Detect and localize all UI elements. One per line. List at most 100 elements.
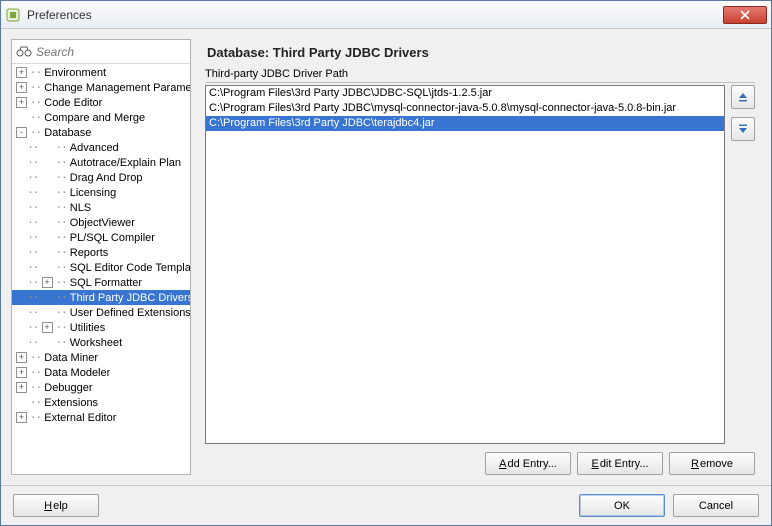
cancel-button[interactable]: Cancel <box>673 494 759 517</box>
list-item[interactable]: C:\Program Files\3rd Party JDBC\mysql-co… <box>206 101 724 116</box>
move-down-button[interactable] <box>731 117 755 141</box>
move-up-button[interactable] <box>731 85 755 109</box>
tree-guide: ·· <box>16 321 39 334</box>
tree-item-label: External Editor <box>44 412 116 424</box>
expand-icon[interactable]: + <box>16 367 27 378</box>
tree-item-label: Extensions <box>44 397 98 409</box>
tree[interactable]: +··Environment+··Change Management Param… <box>12 64 190 474</box>
tree-guide: ·· <box>16 186 39 199</box>
driver-path-list[interactable]: C:\Program Files\3rd Party JDBC\JDBC-SQL… <box>205 85 725 444</box>
left-pane: +··Environment+··Change Management Param… <box>11 39 191 475</box>
ok-button[interactable]: OK <box>579 494 665 517</box>
tree-guide: ·· <box>56 201 67 214</box>
tree-guide: ·· <box>56 216 67 229</box>
tree-item[interactable]: ····PL/SQL Compiler <box>12 230 190 245</box>
edit-entry-button[interactable]: Edit Entry... <box>577 452 663 475</box>
tree-guide: ·· <box>56 261 67 274</box>
help-button[interactable]: Help <box>13 494 99 517</box>
tree-item[interactable]: ····SQL Editor Code Templates <box>12 260 190 275</box>
tree-guide: ·· <box>56 291 67 304</box>
tree-guide: ·· <box>56 336 67 349</box>
tree-item[interactable]: ····Third Party JDBC Drivers <box>12 290 190 305</box>
tree-guide: ·· <box>16 261 39 274</box>
tree-guide: ·· <box>56 141 67 154</box>
tree-item[interactable]: ····User Defined Extensions <box>12 305 190 320</box>
right-pane: Database: Third Party JDBC Drivers Third… <box>195 39 761 475</box>
tree-guide: ·· <box>56 156 67 169</box>
tree-item[interactable]: ····Licensing <box>12 185 190 200</box>
close-button[interactable] <box>723 6 767 24</box>
expand-icon[interactable]: + <box>16 352 27 363</box>
tree-guide: ·· <box>30 96 41 109</box>
tree-guide: ·· <box>16 276 39 289</box>
tree-item-label: Third Party JDBC Drivers <box>70 292 190 304</box>
tree-item[interactable]: +··Debugger <box>12 380 190 395</box>
tree-item[interactable]: ····Worksheet <box>12 335 190 350</box>
search-input[interactable] <box>36 45 193 59</box>
tree-item[interactable]: ····ObjectViewer <box>12 215 190 230</box>
tree-item[interactable]: ··+··Utilities <box>12 320 190 335</box>
expand-icon[interactable]: + <box>16 412 27 423</box>
tree-item-label: Utilities <box>70 322 105 334</box>
tree-guide: ·· <box>30 366 41 379</box>
add-entry-button[interactable]: Add Entry... <box>485 452 571 475</box>
tree-guide: ·· <box>56 246 67 259</box>
tree-guide: ·· <box>16 141 39 154</box>
tree-item-label: Worksheet <box>70 337 122 349</box>
tree-guide: ·· <box>56 186 67 199</box>
section-label: Third-party JDBC Driver Path <box>205 68 755 83</box>
tree-item-label: Change Management Parameters <box>44 82 190 94</box>
tree-item-label: Advanced <box>70 142 119 154</box>
tree-item[interactable]: +··Data Miner <box>12 350 190 365</box>
tree-item[interactable]: +··Data Modeler <box>12 365 190 380</box>
tree-item-label: Environment <box>44 67 106 79</box>
tree-item[interactable]: +··Environment <box>12 65 190 80</box>
app-icon <box>5 7 21 23</box>
tree-item[interactable]: -··Database <box>12 125 190 140</box>
tree-item[interactable]: +··External Editor <box>12 410 190 425</box>
tree-item-label: NLS <box>70 202 91 214</box>
tree-item[interactable]: +··Change Management Parameters <box>12 80 190 95</box>
tree-item[interactable]: ····Advanced <box>12 140 190 155</box>
tree-item[interactable]: +··Code Editor <box>12 95 190 110</box>
tree-item[interactable]: ····NLS <box>12 200 190 215</box>
tree-item-label: Database <box>44 127 91 139</box>
expand-icon[interactable]: + <box>16 82 27 93</box>
tree-item-label: Compare and Merge <box>44 112 145 124</box>
list-item[interactable]: C:\Program Files\3rd Party JDBC\terajdbc… <box>206 116 724 131</box>
tree-item[interactable]: ····Drag And Drop <box>12 170 190 185</box>
tree-guide: ·· <box>30 396 41 409</box>
tree-item-label: Data Modeler <box>44 367 110 379</box>
collapse-icon[interactable]: - <box>16 127 27 138</box>
tree-item[interactable]: ····Autotrace/Explain Plan <box>12 155 190 170</box>
preferences-window: Preferences +··Environment+·· <box>0 0 772 526</box>
tree-guide: ·· <box>30 351 41 364</box>
tree-item[interactable]: ··+··SQL Formatter <box>12 275 190 290</box>
tree-guide: ·· <box>16 216 39 229</box>
expand-icon[interactable]: + <box>42 277 53 288</box>
tree-guide: ·· <box>30 411 41 424</box>
tree-item-label: Code Editor <box>44 97 102 109</box>
expand-icon[interactable]: + <box>16 67 27 78</box>
tree-item[interactable]: ··Extensions <box>12 395 190 410</box>
tree-item-label: ObjectViewer <box>70 217 135 229</box>
tree-item-label: SQL Formatter <box>70 277 142 289</box>
tree-guide: ·· <box>30 381 41 394</box>
window-title: Preferences <box>27 8 717 22</box>
tree-guide: ·· <box>56 306 67 319</box>
remove-button[interactable]: Remove <box>669 452 755 475</box>
tree-item[interactable]: ····Reports <box>12 245 190 260</box>
tree-item-label: Data Miner <box>44 352 98 364</box>
expand-icon[interactable]: + <box>16 97 27 108</box>
tree-guide: ·· <box>16 246 39 259</box>
expand-icon[interactable]: + <box>16 382 27 393</box>
expand-icon[interactable]: + <box>42 322 53 333</box>
tree-guide: ·· <box>30 126 41 139</box>
tree-guide: ·· <box>56 231 67 244</box>
tree-item-label: Debugger <box>44 382 92 394</box>
tree-item[interactable]: ··Compare and Merge <box>12 110 190 125</box>
tree-guide: ·· <box>16 156 39 169</box>
list-item[interactable]: C:\Program Files\3rd Party JDBC\JDBC-SQL… <box>206 86 724 101</box>
tree-guide: ·· <box>16 201 39 214</box>
tree-guide: ·· <box>56 321 67 334</box>
